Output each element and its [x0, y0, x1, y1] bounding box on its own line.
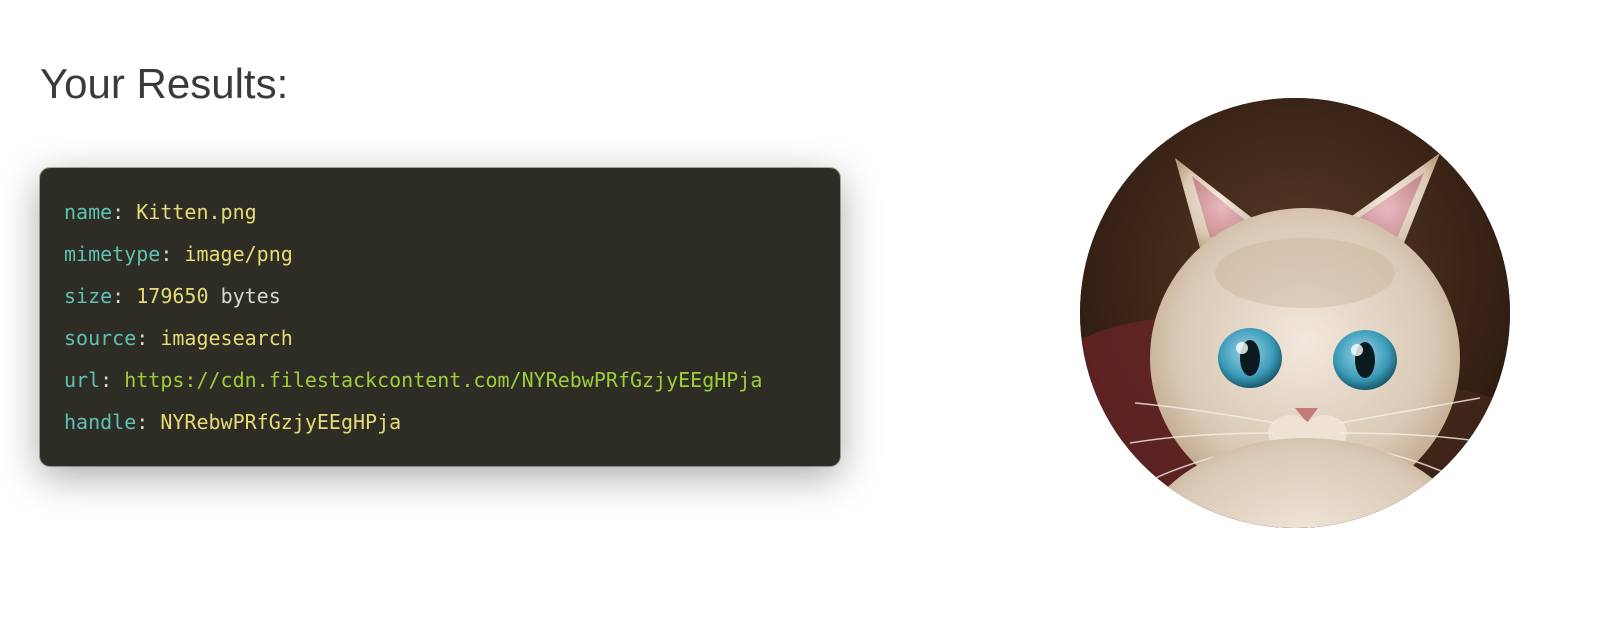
colon: :	[136, 410, 160, 434]
colon: :	[160, 242, 184, 266]
field-source: source: imagesearch	[64, 324, 816, 352]
field-url: url: https://cdn.filestackcontent.com/NY…	[64, 366, 816, 394]
field-size-unit-text: bytes	[221, 284, 281, 308]
field-size-unit	[209, 284, 221, 308]
results-row: name: Kitten.png mimetype: image/png siz…	[40, 168, 1560, 528]
field-source-value: imagesearch	[160, 326, 292, 350]
field-size-key: size	[64, 284, 112, 308]
field-name-key: name	[64, 200, 112, 224]
field-size-value: 179650	[136, 284, 208, 308]
field-handle-value: NYRebwPRfGzjyEEgHPja	[160, 410, 401, 434]
field-source-key: source	[64, 326, 136, 350]
colon: :	[100, 368, 124, 392]
colon: :	[136, 326, 160, 350]
field-handle-key: handle	[64, 410, 136, 434]
field-mimetype-key: mimetype	[64, 242, 160, 266]
field-size: size: 179650 bytes	[64, 282, 816, 310]
field-handle: handle: NYRebwPRfGzjyEEgHPja	[64, 408, 816, 436]
preview-image	[1080, 98, 1510, 528]
kitten-icon	[1080, 98, 1510, 528]
field-mimetype-value: image/png	[184, 242, 292, 266]
result-code-box: name: Kitten.png mimetype: image/png siz…	[40, 168, 840, 466]
field-url-value[interactable]: https://cdn.filestackcontent.com/NYRebwP…	[124, 368, 762, 392]
field-url-key: url	[64, 368, 100, 392]
field-name: name: Kitten.png	[64, 198, 816, 226]
colon: :	[112, 284, 136, 308]
field-name-value: Kitten.png	[136, 200, 256, 224]
colon: :	[112, 200, 136, 224]
field-mimetype: mimetype: image/png	[64, 240, 816, 268]
